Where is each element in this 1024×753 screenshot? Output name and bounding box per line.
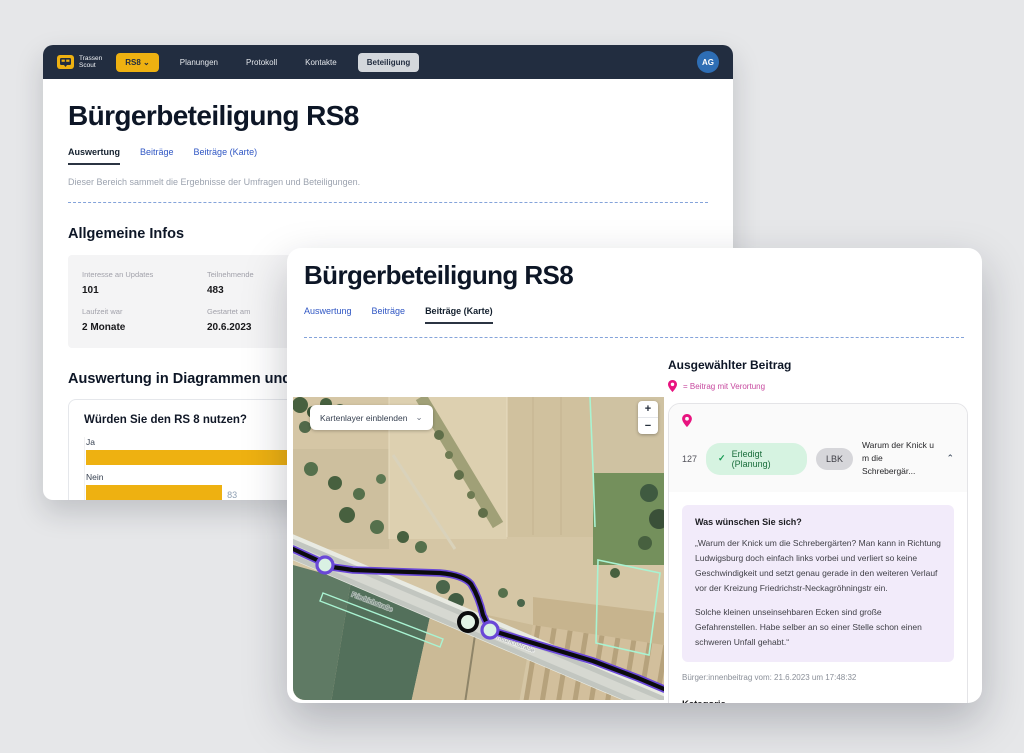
section-description: Dieser Bereich sammelt die Ergebnisse de… [68,177,708,187]
stat-label: Laufzeit war [82,307,207,316]
panel-heading: Ausgewählter Beitrag [668,358,968,372]
citizen-quote-block: Was wünschen Sie sich? „Warum der Knick … [682,505,954,663]
waypoint-marker[interactable] [482,622,498,638]
brand-name: Trassen Scout [79,55,102,70]
chevron-down-icon: ⌄ [415,412,422,423]
zoom-in-button[interactable]: + [638,401,658,417]
map-pin-icon [668,380,677,392]
selected-contribution-marker[interactable] [459,613,477,631]
tab-auswertung[interactable]: Auswertung [68,147,120,165]
general-infos-heading: Allgemeine Infos [68,226,708,242]
bar-value-nein: 83 [227,490,237,500]
contribution-card-body: Was wünschen Sie sich? „Warum der Knick … [669,492,967,703]
tab-bar: Auswertung Beiträge Beiträge (Karte) [304,306,982,324]
check-icon: ✓ [718,453,726,464]
tab-beitraege-karte[interactable]: Beiträge (Karte) [425,306,493,324]
operator-badge: LBK [816,448,853,470]
map-pin-icon [682,414,692,427]
waypoint-marker[interactable] [317,557,333,573]
bus-logo-icon [57,55,74,69]
project-selector-button[interactable]: RS8 ⌄ [116,53,159,72]
status-label: Erledigt (Planung) [732,449,795,469]
map-container[interactable]: Friedrichstraße Friedrichstraße Kartenla… [293,397,664,700]
tab-beitraege[interactable]: Beiträge [140,147,174,165]
contribution-timestamp: Bürger:innenbeitrag vom: 21.6.2023 um 17… [682,673,954,682]
nav-item-protokoll[interactable]: Protokoll [246,58,277,67]
tab-beitraege[interactable]: Beiträge [372,306,406,324]
window-map-detail: Bürgerbeteiligung RS8 Auswertung Beiträg… [287,248,982,703]
map-layer-toggle-button[interactable]: Kartenlayer einblenden ⌄ [310,405,433,430]
tab-auswertung[interactable]: Auswertung [304,306,352,324]
stat-column: Interesse an Updates 101 Laufzeit war 2 … [82,270,207,333]
nav-item-kontakte[interactable]: Kontakte [305,58,337,67]
layer-button-label: Kartenlayer einblenden [320,413,407,423]
page-title: Bürgerbeteiligung RS8 [68,100,708,132]
bar-nein [86,485,222,500]
contribution-title: Warum der Knick u m die Schrebergär... [862,439,937,479]
tab-bar: Auswertung Beiträge Beiträge (Karte) [68,147,708,165]
quote-paragraph: „Warum der Knick um die Schrebergärten? … [695,536,941,597]
status-badge: ✓ Erledigt (Planung) [706,443,807,475]
selected-contribution-panel: Ausgewählter Beitrag = Beitrag mit Veror… [668,358,968,703]
tab-beitraege-karte[interactable]: Beiträge (Karte) [194,147,258,165]
nav-item-beteiligung-active[interactable]: Beteiligung [358,53,420,72]
app-navbar: Trassen Scout RS8 ⌄ Planungen Protokoll … [43,45,733,79]
stat-value: 101 [82,285,207,296]
nav-item-planungen[interactable]: Planungen [180,58,218,67]
contribution-card: 127 ✓ Erledigt (Planung) LBK Warum der K… [668,403,968,703]
zoom-out-button[interactable]: − [638,417,658,434]
user-avatar[interactable]: AG [697,51,719,73]
contribution-card-header[interactable]: 127 ✓ Erledigt (Planung) LBK Warum der K… [669,404,967,492]
chevron-up-icon[interactable]: ⌃ [946,453,954,464]
map-canvas[interactable]: Friedrichstraße Friedrichstraße [293,397,664,700]
desktop-background: Trassen Scout RS8 ⌄ Planungen Protokoll … [0,0,1024,753]
stat-value: 2 Monate [82,322,207,333]
quote-paragraph: Solche kleinen unseinsehbaren Ecken sind… [695,605,941,650]
page-title: Bürgerbeteiligung RS8 [304,260,982,291]
stat-label: Interesse an Updates [82,270,207,279]
map-zoom-control: + − [638,401,658,434]
dashed-divider [304,337,964,338]
contribution-id: 127 [682,454,697,464]
question-label: Was wünschen Sie sich? [695,517,941,527]
dashed-divider [68,202,708,203]
legend-label: = Beitrag mit Verortung [683,382,765,391]
brand-logo[interactable]: Trassen Scout [57,55,102,70]
geolocation-legend: = Beitrag mit Verortung [668,380,968,392]
category-label: Kategorie [682,699,954,703]
